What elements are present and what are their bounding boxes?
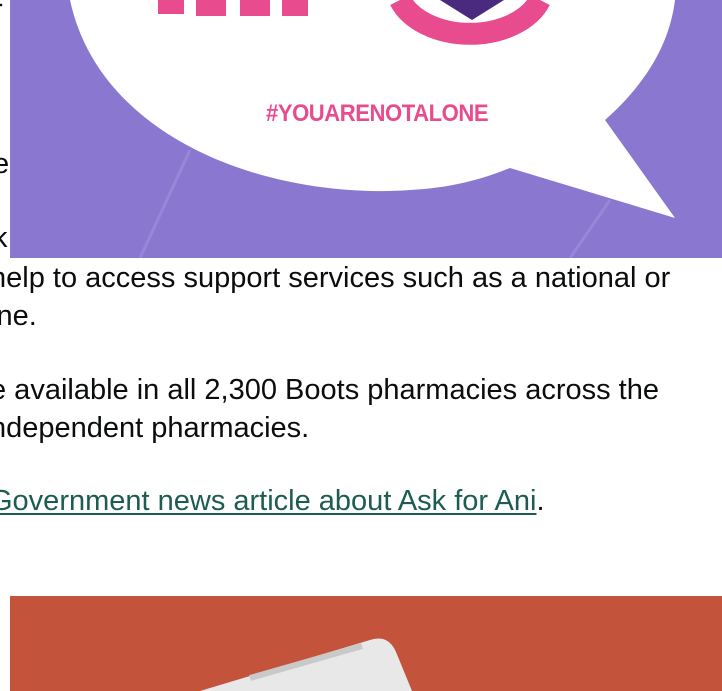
- ask-for-ani-banner-image: #YOUARENOTALONE: [10, 0, 722, 258]
- cropped-text-fragment: e: [0, 148, 10, 180]
- text-line: ndependent pharmacies.: [0, 412, 310, 444]
- paragraph-support-services: help to access support services such as …: [0, 259, 722, 335]
- card-illustration-image: [10, 596, 722, 691]
- speech-bubble-illustration: [70, 0, 675, 258]
- paragraph-news-link: Government news article about Ask for An…: [0, 482, 722, 520]
- text-line: help to access support services such as …: [0, 262, 671, 294]
- trailing-punctuation: .: [536, 485, 545, 517]
- text-line: e available in all 2,300 Boots pharmacie…: [0, 374, 659, 406]
- text-line: Government news article about Ask for An…: [0, 482, 722, 520]
- text-line: ine.: [0, 300, 37, 332]
- government-news-article-link[interactable]: Government news article about Ask for An…: [0, 485, 536, 517]
- cropped-text-fragment: r: [0, 0, 3, 25]
- cropped-text-fragment: k: [0, 222, 8, 254]
- paragraph-pharmacies: e available in all 2,300 Boots pharmacie…: [0, 371, 722, 447]
- hashtag-text: #YOUARENOTALONE: [266, 100, 489, 127]
- card-illustration: [200, 638, 412, 691]
